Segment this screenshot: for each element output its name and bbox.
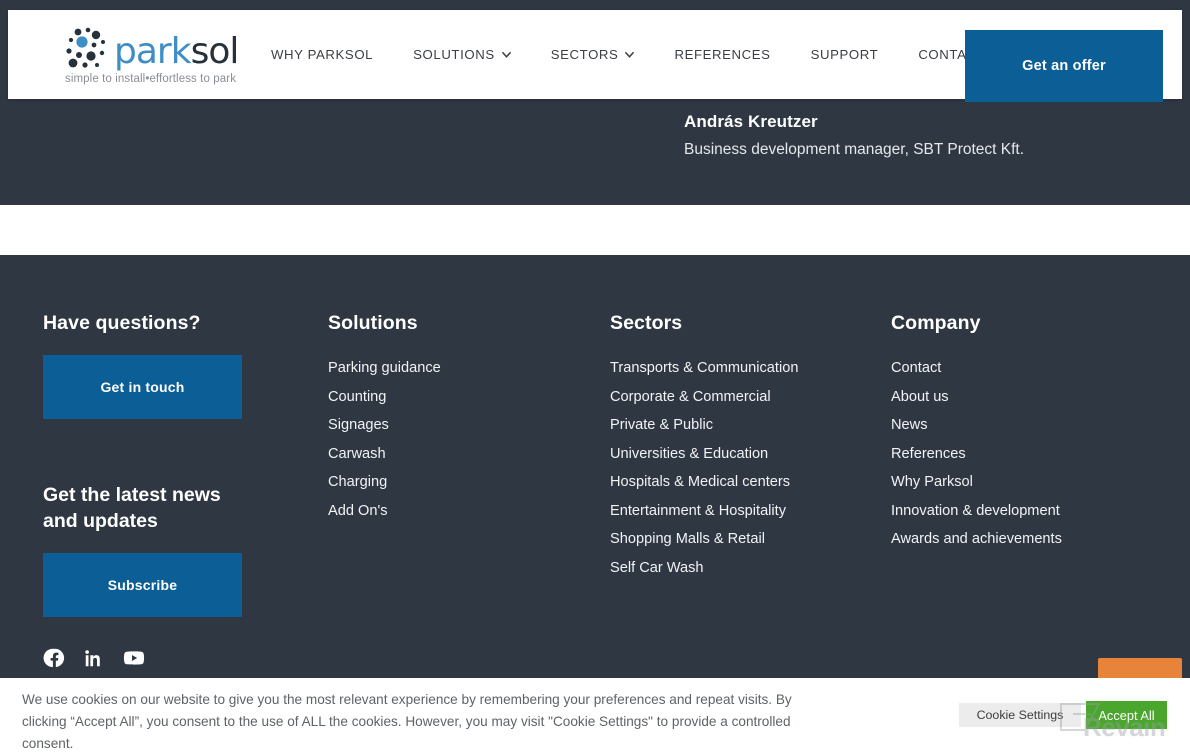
testimonial-author-name: András Kreutzer	[684, 112, 818, 131]
footer-column-sectors: Sectors Transports & Communication Corpo…	[610, 312, 891, 617]
nav-item-solutions[interactable]: SOLUTIONS	[413, 41, 511, 68]
list-item[interactable]: Signages	[328, 417, 610, 433]
list-item[interactable]: Charging	[328, 474, 610, 490]
section-separator	[0, 205, 1190, 255]
logo-text-part2: sol	[190, 31, 240, 72]
footer-heading-questions: Have questions?	[43, 312, 201, 334]
list-item[interactable]: Shopping Malls & Retail	[610, 531, 891, 547]
footer-links-sectors: Transports & Communication Corporate & C…	[610, 360, 891, 576]
list-item[interactable]: Carwash	[328, 446, 610, 462]
nav-label: SECTORS	[550, 47, 619, 62]
get-in-touch-button[interactable]: Get in touch	[43, 355, 242, 419]
logo[interactable]: parksol simple to install•effortless to …	[65, 24, 255, 85]
footer-heading-sectors: Sectors	[610, 312, 683, 334]
list-item[interactable]: Transports & Communication	[610, 360, 891, 376]
nav-item-support[interactable]: SUPPORT	[811, 41, 879, 68]
footer-column-company: Company Contact About us News References…	[891, 312, 1141, 617]
logo-tagline: simple to install•effortless to park	[65, 73, 237, 85]
nav-label: WHY PARKSOL	[271, 47, 374, 62]
nav-item-references[interactable]: REFERENCES	[674, 41, 770, 68]
list-item[interactable]: Corporate & Commercial	[610, 389, 891, 405]
site-header: parksol simple to install•effortless to …	[8, 10, 1182, 102]
accept-all-cookies-button[interactable]: Accept All	[1086, 701, 1167, 729]
list-item[interactable]: References	[891, 446, 1141, 462]
nav-label: REFERENCES	[674, 47, 771, 62]
facebook-icon[interactable]	[43, 647, 65, 669]
footer-links-solutions: Parking guidance Counting Signages Carwa…	[328, 360, 610, 519]
nav-label: SUPPORT	[810, 47, 879, 62]
footer-column-contact: Have questions? Get in touch Get the lat…	[43, 312, 328, 617]
footer-columns: Have questions? Get in touch Get the lat…	[0, 255, 1190, 617]
logo-text-part1: park	[114, 31, 192, 72]
list-item[interactable]: Universities & Education	[610, 446, 891, 462]
footer-links-company: Contact About us News References Why Par…	[891, 360, 1141, 547]
nav-item-sectors[interactable]: SECTORS	[551, 41, 635, 68]
footer-heading-company: Company	[891, 312, 981, 334]
subscribe-button[interactable]: Subscribe	[43, 553, 242, 617]
list-item[interactable]: About us	[891, 389, 1141, 405]
list-item[interactable]: Innovation & development	[891, 503, 1141, 519]
nav-item-why-parksol[interactable]: WHY PARKSOL	[271, 41, 373, 68]
testimonial-author-role: Business development manager, SBT Protec…	[684, 141, 1025, 158]
linkedin-icon[interactable]	[83, 647, 105, 669]
list-item[interactable]: Parking guidance	[328, 360, 610, 376]
cookie-settings-button[interactable]: Cookie Settings	[959, 703, 1081, 727]
logo-row: parksol	[65, 24, 255, 70]
nav-label: SOLUTIONS	[413, 47, 495, 62]
list-item[interactable]: Contact	[891, 360, 1141, 376]
list-item[interactable]: Add On's	[328, 503, 610, 519]
chevron-down-icon	[625, 51, 635, 58]
list-item[interactable]: News	[891, 417, 1141, 433]
footer-heading-solutions: Solutions	[328, 312, 418, 334]
list-item[interactable]: Entertainment & Hospitality	[610, 503, 891, 519]
parksol-dots-icon	[66, 27, 105, 68]
list-item[interactable]: Private & Public	[610, 417, 891, 433]
page-root: András Kreutzer Business development man…	[0, 0, 1190, 753]
get-an-offer-button[interactable]: Get an offer	[965, 30, 1163, 102]
youtube-icon[interactable]	[123, 647, 145, 669]
social-links	[43, 647, 145, 669]
list-item[interactable]: Why Parksol	[891, 474, 1141, 490]
chevron-down-icon	[501, 51, 511, 58]
footer-column-solutions: Solutions Parking guidance Counting Sign…	[328, 312, 610, 617]
footer-heading-newsletter: Get the latest news and updates	[43, 484, 221, 532]
list-item[interactable]: Awards and achievements	[891, 531, 1141, 547]
cookie-consent-text: We use cookies on our website to give yo…	[22, 692, 792, 751]
logo-wordmark: parksol	[114, 31, 240, 72]
list-item[interactable]: Counting	[328, 389, 610, 405]
list-item[interactable]: Self Car Wash	[610, 560, 891, 576]
list-item[interactable]: Hospitals & Medical centers	[610, 474, 891, 490]
